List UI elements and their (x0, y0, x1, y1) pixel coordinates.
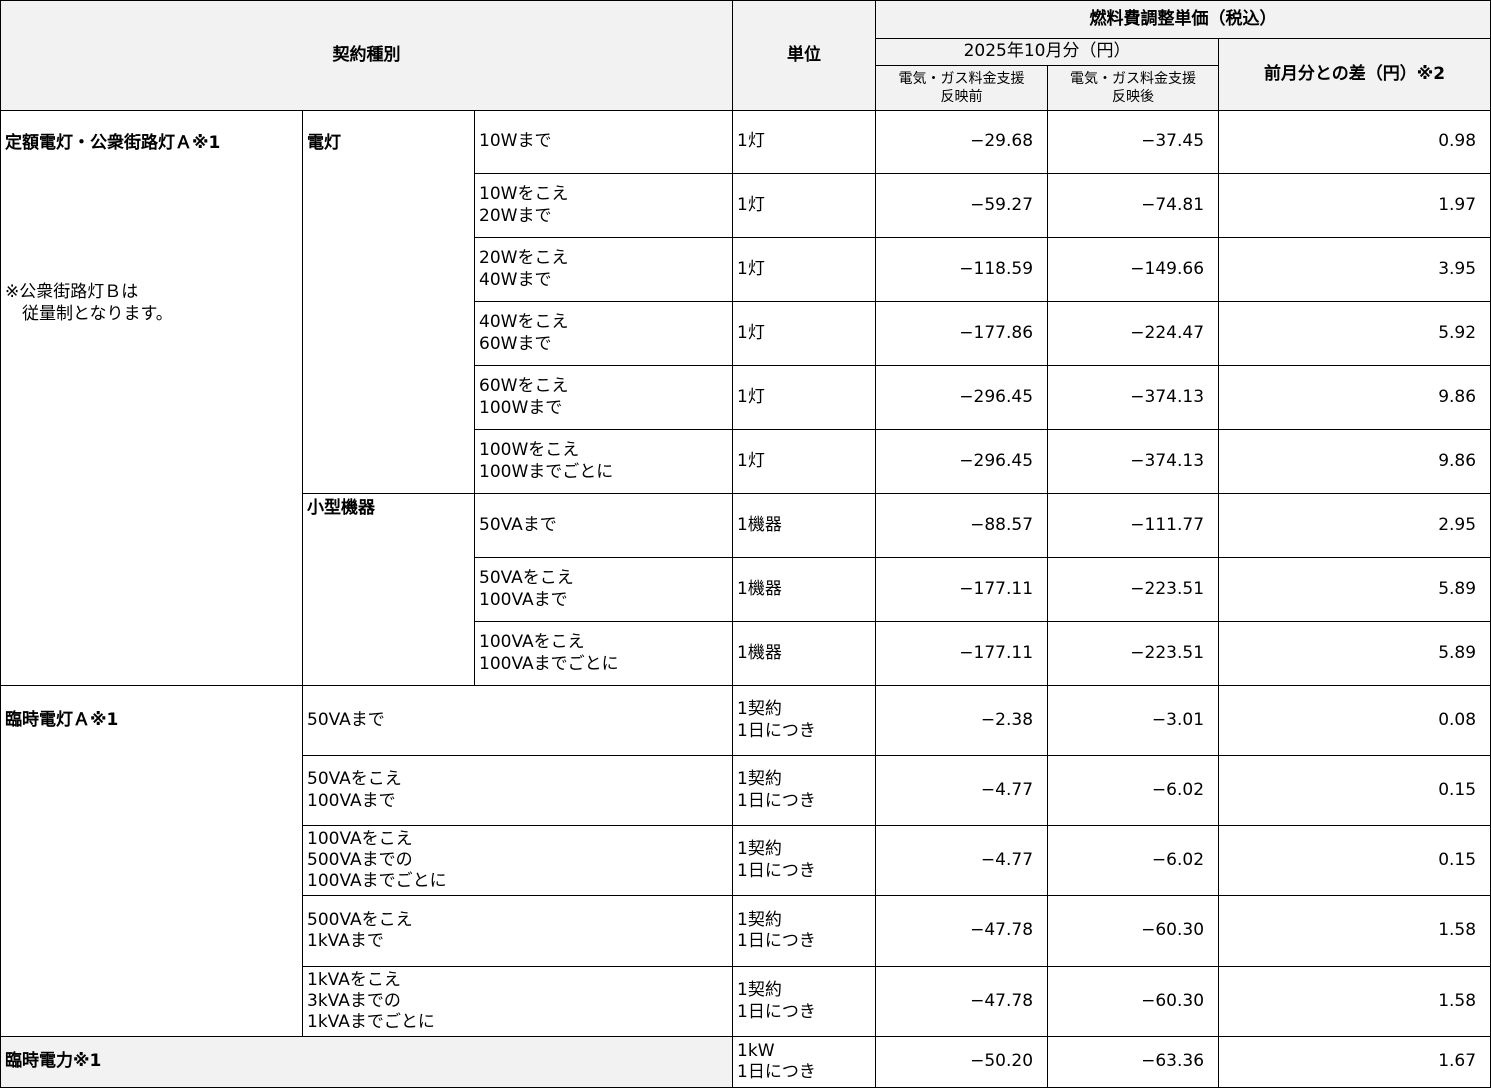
range-cell: 100Wをこえ 100Wまでごとに (473, 429, 734, 494)
after-value: −6.02 (1047, 825, 1220, 896)
range-cell: 50VAをこえ 100VAまで (301, 755, 734, 826)
diff-value: 3.95 (1218, 237, 1491, 302)
after-value: −111.77 (1047, 493, 1220, 558)
header-contract-type: 契約種別 (0, 0, 734, 111)
diff-value: 1.58 (1218, 895, 1491, 967)
range-cell: 100VAをこえ 500VAまでの 100VAまでごとに (301, 825, 734, 896)
category-temporary-power: 臨時電力※1 (0, 1036, 734, 1088)
unit-cell: 1灯 (732, 429, 877, 494)
range-cell: 20Wをこえ 40Wまで (473, 237, 734, 302)
diff-value: 5.89 (1218, 621, 1491, 686)
table-row: 臨時電力※1 1kW 1日につき −50.20 −63.36 1.67 (0, 1036, 1491, 1088)
subcategory-small-device: 小型機器 (302, 493, 475, 686)
subcategory-lamp: 電灯 (302, 110, 475, 494)
category-temporary-light: 臨時電灯Ａ※1 (0, 685, 303, 1037)
diff-value: 0.98 (1218, 110, 1491, 174)
after-value: −374.13 (1047, 365, 1220, 430)
header-before-support: 電気・ガス料金支援 反映前 (875, 65, 1049, 111)
before-value: −177.11 (875, 557, 1049, 622)
unit-cell: 1契約 1日につき (732, 895, 877, 967)
after-value: −224.47 (1047, 301, 1220, 366)
before-value: −47.78 (875, 895, 1049, 967)
diff-value: 0.08 (1218, 685, 1491, 756)
diff-value: 1.58 (1218, 966, 1491, 1037)
range-cell: 60Wをこえ 100Wまで (473, 365, 734, 430)
header-fuel-price: 燃料費調整単価（税込） (875, 0, 1491, 39)
unit-cell: 1灯 (732, 173, 877, 238)
before-value: −29.68 (875, 110, 1049, 174)
after-value: −6.02 (1047, 755, 1220, 826)
after-value: −374.13 (1047, 429, 1220, 494)
range-cell: 40Wをこえ 60Wまで (473, 301, 734, 366)
range-cell: 500VAをこえ 1kVAまで (301, 895, 734, 967)
before-value: −4.77 (875, 755, 1049, 826)
unit-cell: 1kW 1日につき (732, 1036, 877, 1088)
after-value: −37.45 (1047, 110, 1220, 174)
unit-cell: 1契約 1日につき (732, 755, 877, 826)
before-value: −2.38 (875, 685, 1049, 756)
fuel-adjustment-table: 契約種別 単位 燃料費調整単価（税込） 2025年10月分（円） 前月分との差（… (0, 0, 1491, 1088)
unit-cell: 1灯 (732, 237, 877, 302)
range-cell: 50VAまで (473, 493, 734, 558)
category-flat-rate-label: 定額電灯・公衆街路灯Ａ※1 (5, 133, 221, 153)
diff-value: 9.86 (1218, 365, 1491, 430)
unit-cell: 1機器 (732, 621, 877, 686)
range-cell: 10Wまで (473, 110, 734, 174)
before-value: −59.27 (875, 173, 1049, 238)
unit-cell: 1灯 (732, 365, 877, 430)
before-value: −118.59 (875, 237, 1049, 302)
before-value: −47.78 (875, 966, 1049, 1037)
before-value: −296.45 (875, 429, 1049, 494)
after-value: −60.30 (1047, 966, 1220, 1037)
after-value: −74.81 (1047, 173, 1220, 238)
unit-cell: 1機器 (732, 557, 877, 622)
header-period: 2025年10月分（円） (875, 38, 1220, 66)
after-value: −223.51 (1047, 621, 1220, 686)
unit-cell: 1機器 (732, 493, 877, 558)
diff-value: 0.15 (1218, 755, 1491, 826)
unit-cell: 1灯 (732, 301, 877, 366)
header-unit: 単位 (732, 0, 877, 111)
unit-cell: 1灯 (732, 110, 877, 174)
header-diff: 前月分との差（円）※2 (1218, 38, 1491, 111)
diff-value: 5.89 (1218, 557, 1491, 622)
header-after-support: 電気・ガス料金支援 反映後 (1047, 65, 1220, 111)
before-value: −177.86 (875, 301, 1049, 366)
range-cell: 50VAまで (301, 685, 734, 756)
diff-value: 2.95 (1218, 493, 1491, 558)
before-value: −88.57 (875, 493, 1049, 558)
before-value: −177.11 (875, 621, 1049, 686)
diff-value: 1.67 (1218, 1036, 1491, 1088)
street-light-note: ※公衆街路灯Ｂは 従量制となります。 (5, 282, 173, 324)
unit-cell: 1契約 1日につき (732, 825, 877, 896)
diff-value: 0.15 (1218, 825, 1491, 896)
unit-cell: 1契約 1日につき (732, 685, 877, 756)
before-value: −4.77 (875, 825, 1049, 896)
after-value: −3.01 (1047, 685, 1220, 756)
diff-value: 5.92 (1218, 301, 1491, 366)
table-row: 臨時電灯Ａ※1 50VAまで 1契約 1日につき −2.38 −3.01 0.0… (0, 685, 1491, 1037)
diff-value: 9.86 (1218, 429, 1491, 494)
after-value: −60.30 (1047, 895, 1220, 967)
range-cell: 50VAをこえ 100VAまで (473, 557, 734, 622)
after-value: −223.51 (1047, 557, 1220, 622)
unit-cell: 1契約 1日につき (732, 966, 877, 1037)
after-value: −149.66 (1047, 237, 1220, 302)
range-cell: 10Wをこえ 20Wまで (473, 173, 734, 238)
table-row: 定額電灯・公衆街路灯Ａ※1 ※公衆街路灯Ｂは 従量制となります。 電灯 10Wまで… (0, 110, 1491, 686)
before-value: −296.45 (875, 365, 1049, 430)
range-cell: 100VAをこえ 100VAまでごとに (473, 621, 734, 686)
after-value: −63.36 (1047, 1036, 1220, 1088)
range-cell: 1kVAをこえ 3kVAまでの 1kVAまでごとに (301, 966, 734, 1037)
before-value: −50.20 (875, 1036, 1049, 1088)
diff-value: 1.97 (1218, 173, 1491, 238)
category-flat-rate: 定額電灯・公衆街路灯Ａ※1 ※公衆街路灯Ｂは 従量制となります。 (0, 110, 303, 686)
